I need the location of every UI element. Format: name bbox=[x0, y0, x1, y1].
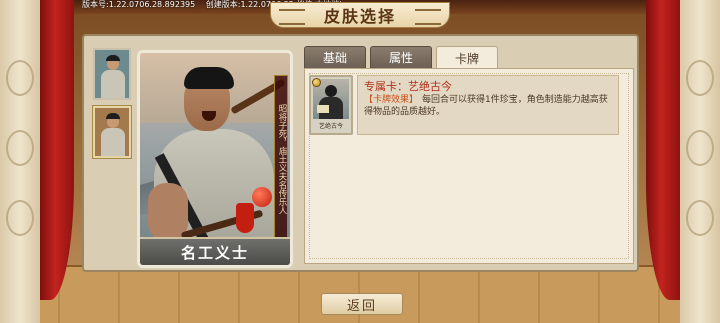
exclusive-card-item[interactable]: 艺绝古今 bbox=[309, 75, 353, 135]
drumstick-ball bbox=[252, 187, 272, 207]
title-plate: 皮肤选择 bbox=[270, 2, 450, 28]
thumbnail-figure bbox=[101, 128, 125, 156]
pattern-ornament bbox=[6, 60, 34, 96]
card-description: 专属卡：艺绝古今 【卡牌效果】 每回合可以获得1件珍宝，角色制造能力越高获得物品的… bbox=[357, 75, 619, 135]
skin-selection-panel: 昭将子死，庙土义夫名传乐人 名工义士 基础 属性 卡牌 艺绝古今 专属卡：艺绝古… bbox=[82, 34, 639, 272]
side-panel-left bbox=[0, 0, 40, 323]
skin-thumbnail-2[interactable] bbox=[93, 106, 131, 158]
scroll-icon bbox=[317, 105, 329, 113]
return-button[interactable]: 返回 bbox=[321, 293, 403, 315]
red-tassel bbox=[236, 203, 254, 233]
thumbnail-figure-hair bbox=[106, 55, 120, 61]
card-title: 专属卡：艺绝古今 bbox=[364, 80, 452, 93]
card-figure-head bbox=[325, 85, 337, 97]
exclusive-card-label: 艺绝古今 bbox=[318, 123, 343, 130]
pattern-ornament bbox=[686, 60, 714, 96]
pattern-ornament bbox=[6, 130, 34, 166]
card-effect-tag: 【卡牌效果】 bbox=[364, 95, 419, 105]
tab-basic[interactable]: 基础 bbox=[304, 46, 366, 68]
card-poem: 昭将子死，庙土义夫名传乐人 bbox=[274, 75, 288, 243]
gold-coin-icon bbox=[312, 78, 321, 87]
tab-bar: 基础 属性 卡牌 bbox=[304, 46, 498, 69]
tab-attributes[interactable]: 属性 bbox=[370, 46, 432, 68]
skin-thumbnail-1[interactable] bbox=[93, 48, 131, 100]
skin-card: 昭将子死，庙土义夫名传乐人 名工义士 bbox=[137, 50, 293, 268]
thumbnail-figure bbox=[101, 70, 125, 98]
skin-name: 名工义士 bbox=[140, 237, 290, 265]
pattern-ornament bbox=[6, 200, 34, 236]
character-hair bbox=[184, 67, 234, 89]
tab-content-panel: 艺绝古今 专属卡：艺绝古今 【卡牌效果】 每回合可以获得1件珍宝，角色制造能力越高… bbox=[304, 68, 634, 264]
tab-cards[interactable]: 卡牌 bbox=[436, 46, 498, 69]
pattern-ornament bbox=[686, 200, 714, 236]
side-panel-right bbox=[680, 0, 720, 323]
version-number: 版本号:1.22.0706.28.892395 bbox=[82, 0, 196, 9]
curtain-right bbox=[646, 0, 680, 300]
thumbnail-figure-hair bbox=[106, 113, 120, 119]
page-title: 皮肤选择 bbox=[323, 7, 396, 26]
pattern-ornament bbox=[686, 130, 714, 166]
card-effect: 【卡牌效果】 每回合可以获得1件珍宝，角色制造能力越高获得物品的品质越好。 bbox=[364, 95, 612, 118]
